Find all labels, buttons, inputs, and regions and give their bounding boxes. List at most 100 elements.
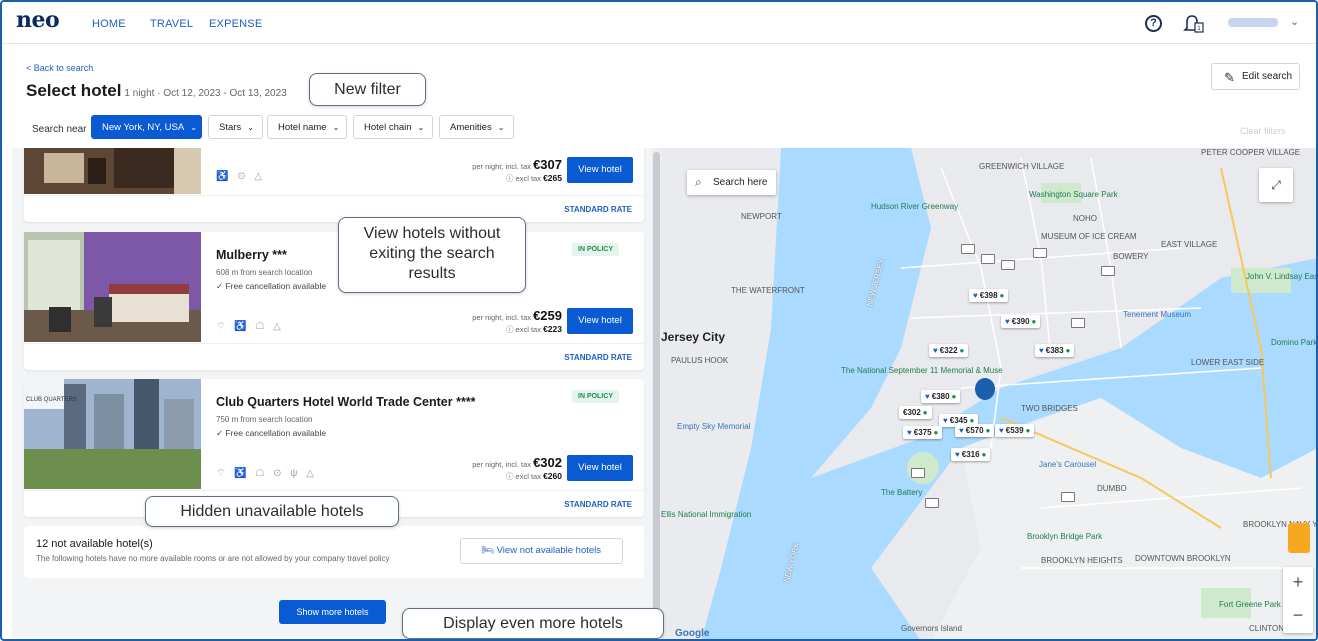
in-policy-badge: IN POLICY [572,390,620,403]
nav-travel[interactable]: TRAVEL [150,18,193,30]
hotel-photo: CLUB QUARTERS [24,379,201,489]
standard-rate-label[interactable]: STANDARD RATE [564,500,632,509]
fullscreen-icon[interactable]: ⤢ [1259,168,1293,202]
view-hotel-button[interactable]: View hotel [567,308,633,334]
results-scrollbar[interactable] [652,148,661,638]
hotel-name[interactable]: Club Quarters Hotel World Trade Center *… [216,395,476,409]
map-label: The National September 11 Memorial & Mus… [841,366,1003,375]
price-pin[interactable]: ♥ €322 ● [929,344,969,357]
map-search-here-button[interactable]: ⌕ Search here [687,170,776,195]
user-menu[interactable]: ⌄ [1224,13,1304,33]
edit-search-button[interactable]: ✎ Edit search [1211,63,1300,90]
pin-price: €316 [961,450,980,459]
price-pin[interactable]: ♥ €570 ● [955,424,995,437]
back-to-search-link[interactable]: < Back to search [26,63,93,73]
bell-notification-icon[interactable]: 1 [1183,14,1205,34]
price-amount: €302 [533,455,562,470]
excl-tax-amount: €260 [543,471,562,481]
question-circle-icon[interactable]: ? [1145,15,1162,32]
callout-new-filter: New filter [309,73,426,106]
map-label: Brooklyn Bridge Park [1027,532,1103,541]
map-label: Washington Square Park [1029,190,1118,199]
not-available-description: The following hotels have no more availa… [36,554,390,563]
location-filter-label: New York, NY, USA [102,122,185,133]
map-label: THE WATERFRONT [731,286,805,295]
free-cancellation: ✓ Free cancellation available [216,428,327,438]
hotel-chain-filter[interactable]: Hotel chain ⌄ [353,115,433,139]
zoom-out-button[interactable]: − [1283,600,1313,633]
amenity-icons: ⌔ ♿ ☖ ⊙ ψ △ [216,468,317,479]
price-pin[interactable]: ♥ €375 ● [903,426,943,439]
price-pin[interactable]: ♥ €398 ● [969,289,1009,302]
location-filter[interactable]: New York, NY, USA ⌄ [91,115,202,139]
map-label: BOWERY [1113,252,1149,261]
chevron-down-icon: ⌄ [247,123,254,132]
price-amount: €259 [533,308,562,323]
view-hotel-button[interactable]: View hotel [567,455,633,481]
page-subtitle: 1 night · Oct 12, 2023 - Oct 13, 2023 [124,88,287,99]
price-pin[interactable]: ♥ €316 ● [951,448,991,461]
excl-tax-label: excl tax [515,472,541,481]
hotel-marker[interactable] [981,254,995,264]
map-label: Domino Park [1271,338,1318,347]
price-pin[interactable]: ♥ €380 ● [921,390,961,403]
map-label: DUMBO [1097,484,1127,493]
view-hotel-button[interactable]: View hotel [567,157,633,183]
amenities-filter[interactable]: Amenities ⌄ [439,115,514,139]
clear-filters-link[interactable]: Clear filters [1240,126,1286,136]
street-view-pegman-icon[interactable] [1288,523,1310,553]
hotel-name[interactable]: Mulberry *** [216,248,287,262]
price-pin[interactable]: €302 ● [899,406,932,419]
hotel-marker[interactable] [1001,260,1015,270]
show-more-hotels-button[interactable]: Show more hotels [279,600,386,624]
view-not-available-button[interactable]: 🛏 View not available hotels [460,538,623,564]
app-window: neo HOME TRAVEL EXPENSE ? 1 ⌄ < Back to … [0,0,1318,641]
map-label: PAULUS HOOK [671,356,729,365]
hotel-marker[interactable] [925,498,939,508]
top-navigation: neo HOME TRAVEL EXPENSE ? 1 ⌄ [2,2,1316,44]
map-label: EAST VILLAGE [1161,240,1218,249]
google-logo: Google [675,628,710,639]
map-label: TWO BRIDGES [1021,404,1078,413]
hotel-marker[interactable] [1101,266,1115,276]
not-available-count: 12 not available hotel(s) [36,538,153,550]
map-label: GREENWICH VILLAGE [979,162,1065,171]
chevron-down-icon: ⌄ [417,123,425,132]
hotel-results-list[interactable]: ♿ ⊙ △ per night, incl. tax €307 ⓘ excl t… [12,148,652,638]
pin-price: €398 [979,291,998,300]
hotel-map[interactable]: ⌕ Search here ⤢ PETER COOPER VILLAGE GRE… [661,148,1318,639]
neo-logo[interactable]: neo [16,7,60,33]
callout-display-more: Display even more hotels [402,608,664,639]
pin-price: €570 [965,426,984,435]
nav-home[interactable]: HOME [92,18,126,30]
price-pin[interactable]: ♥ €390 ● [1001,315,1041,328]
hotel-photo [24,232,201,342]
amenities-filter-label: Amenities [450,122,492,133]
map-search-label: Search here [713,177,768,188]
price-excl-tax: ⓘ excl tax €223 [505,324,562,334]
price-label: per night, incl. tax [472,460,531,469]
hotel-name-filter[interactable]: Hotel name ⌄ [267,115,347,139]
nav-expense[interactable]: EXPENSE [209,18,262,30]
stars-filter-label: Stars [219,122,242,133]
bed-icon: 🛏 [481,545,494,556]
hotel-marker[interactable] [1033,248,1047,258]
rate-footer: STANDARD RATE [24,343,644,370]
zoom-in-button[interactable]: + [1283,567,1313,600]
map-label: BROOKLYN HEIGHTS [1041,556,1123,565]
excl-tax-label: excl tax [515,325,541,334]
price-pin[interactable]: ♥ €383 ● [1035,344,1075,357]
hotel-marker[interactable] [911,468,925,478]
hotel-card: ♿ ⊙ △ per night, incl. tax €307 ⓘ excl t… [24,148,644,222]
standard-rate-label[interactable]: STANDARD RATE [564,353,632,362]
standard-rate-label[interactable]: STANDARD RATE [564,205,632,214]
price-pin[interactable]: ♥ €539 ● [995,424,1035,437]
hotel-marker[interactable] [961,244,975,254]
stars-filter[interactable]: Stars ⌄ [208,115,263,139]
scrollbar-thumb[interactable] [653,152,660,622]
hotel-marker[interactable] [1061,492,1075,502]
price-label: per night, incl. tax [472,313,531,322]
map-label: CLINTON [1249,624,1284,633]
hotel-marker[interactable] [1071,318,1085,328]
page-title: Select hotel 1 night · Oct 12, 2023 - Oct… [26,81,287,101]
